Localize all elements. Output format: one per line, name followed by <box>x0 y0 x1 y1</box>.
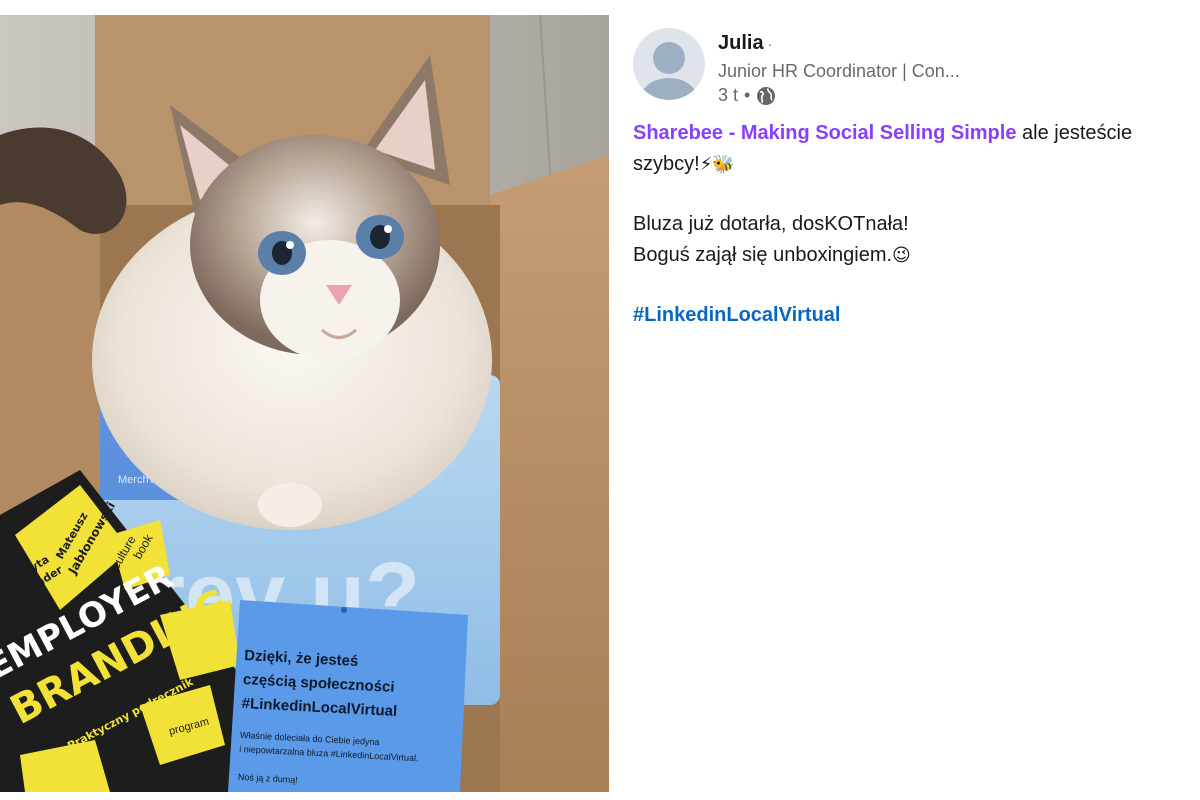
post-time: 3 t <box>718 85 739 105</box>
post-paragraph-1: Sharebee - Making Social Selling Simple … <box>633 118 1178 180</box>
post-paragraph-3: Boguś zajął się unboxingiem.😉 <box>633 240 1178 271</box>
post-text-line3: Boguś zajął się unboxingiem. <box>633 244 893 266</box>
avatar[interactable] <box>633 28 705 100</box>
thank-you-card: Dzięki, że jesteś częścią społeczności #… <box>228 600 468 792</box>
post-author: Julia · Junior HR Coordinator | Con... 3 … <box>633 28 1193 108</box>
hashtag-link[interactable]: #LinkedinLocalVirtual <box>633 304 840 326</box>
post-text: Sharebee - Making Social Selling Simple … <box>633 118 1178 331</box>
box-right-flap <box>490 155 609 792</box>
wink-emoji: 😉 <box>892 245 911 266</box>
globe-icon <box>757 86 776 105</box>
author-headline: Junior HR Coordinator | Con... <box>718 61 960 81</box>
linkedin-post-view: MerchVIP × sharebee Ur rev u? <box>0 0 1200 800</box>
post-text-line2: Bluza już dotarła, dosKOTnała! <box>633 213 909 235</box>
author-name[interactable]: Julia · <box>718 32 772 55</box>
author-name-suffix: · <box>767 36 773 52</box>
post-image[interactable]: MerchVIP × sharebee Ur rev u? <box>0 15 609 792</box>
lightning-bee-emoji: ⚡🐝 <box>699 154 735 175</box>
post-meta: 3 t • <box>718 85 776 106</box>
meta-separator: • <box>744 85 751 105</box>
company-mention-link[interactable]: Sharebee - Making Social Selling Simple <box>633 122 1016 144</box>
